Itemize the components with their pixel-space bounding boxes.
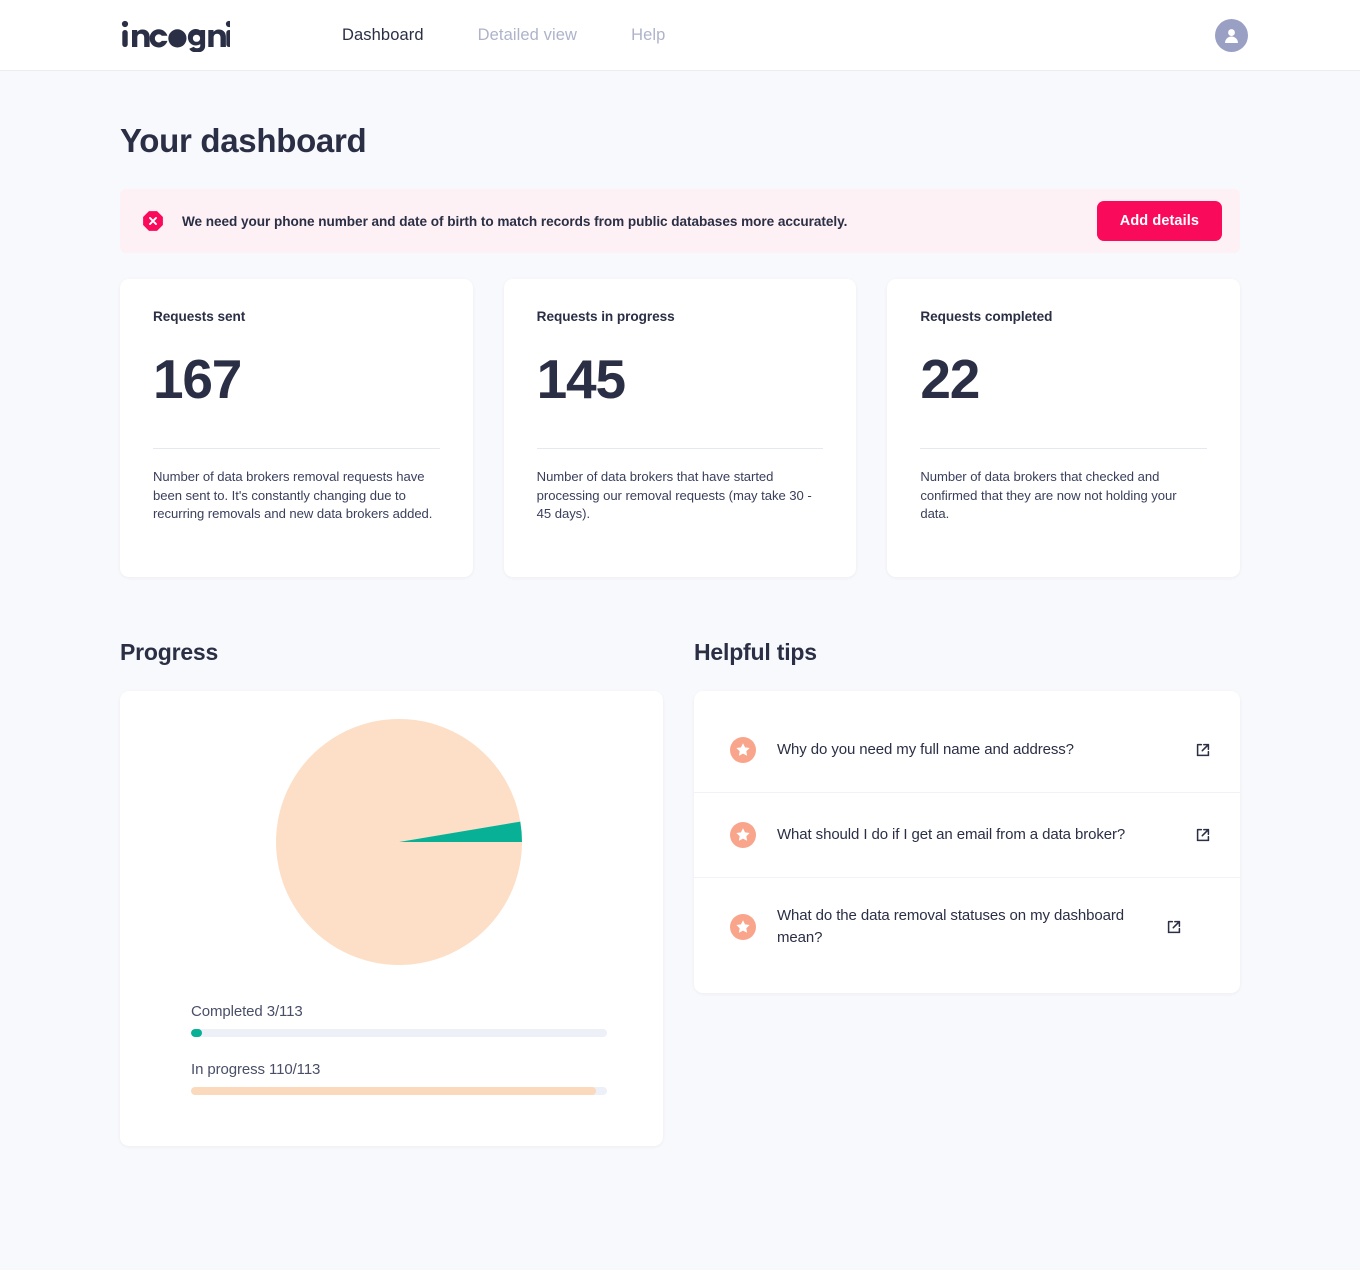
nav-item-help[interactable]: Help — [631, 26, 665, 45]
stat-card-requests-sent: Requests sent 167 Number of data brokers… — [120, 279, 473, 577]
helpful-tips-card: Why do you need my full name and address… — [694, 691, 1240, 993]
stat-value: 145 — [536, 348, 626, 410]
progress-column: Progress Completed 3/113 In progress 110… — [120, 639, 663, 1146]
page-title: Your dashboard — [120, 122, 367, 159]
stat-card-row: Requests sent 167 Number of data brokers… — [120, 279, 1241, 577]
stat-description: Number of data brokers that checked and … — [920, 469, 1177, 522]
list-item-label: Why do you need my full name and address… — [777, 740, 1074, 758]
list-item[interactable]: Why do you need my full name and address… — [694, 722, 1240, 778]
list-item-label: What should I do if I get an email from … — [777, 825, 1126, 843]
tip-row-wrapper: Why do you need my full name and address… — [694, 708, 1240, 792]
tip-row-wrapper: What do the data removal statuses on my … — [694, 877, 1240, 976]
list-item[interactable]: What should I do if I get an email from … — [694, 807, 1240, 863]
stat-value: 22 — [920, 348, 980, 410]
list-item[interactable]: What do the data removal statuses on my … — [694, 892, 1240, 962]
page-content: Your dashboard We need your phone number… — [120, 70, 1241, 1146]
external-link-icon[interactable] — [1194, 826, 1212, 844]
progress-bar-completed-group: Completed 3/113 — [191, 1003, 607, 1037]
external-link-icon[interactable] — [1194, 741, 1212, 759]
nav-item-detailed-view[interactable]: Detailed view — [478, 26, 577, 45]
stat-card-requests-completed: Requests completed 22 Number of data bro… — [887, 279, 1241, 577]
stat-description: Number of data brokers that have started… — [536, 469, 812, 522]
progress-bar-label-completed: Completed 3/113 — [191, 1003, 303, 1020]
divider — [536, 448, 824, 449]
incogni-logo[interactable] — [120, 0, 230, 70]
progress-bar-track-completed[interactable] — [191, 1029, 607, 1037]
lower-section: Progress Completed 3/113 In progress 110… — [120, 639, 1240, 1146]
progress-bar-in-progress-group: In progress 110/113 — [191, 1061, 607, 1095]
progress-card: Completed 3/113 In progress 110/113 — [120, 691, 663, 1146]
progress-bar-track-in-progress[interactable] — [191, 1087, 607, 1095]
divider — [920, 448, 1208, 449]
tip-row-wrapper: What should I do if I get an email from … — [694, 792, 1240, 877]
tips-section-title: Helpful tips — [694, 639, 817, 665]
progress-section-title: Progress — [120, 639, 219, 665]
alert-message: We need your phone number and date of bi… — [182, 213, 848, 229]
error-octagon-icon — [142, 210, 164, 232]
alert-banner: We need your phone number and date of bi… — [120, 189, 1240, 253]
progress-bar-fill-in-progress — [191, 1087, 596, 1095]
helpful-tips-column: Helpful tips Why do you need my full nam… — [694, 639, 1240, 1146]
progress-bar-fill-completed — [191, 1029, 203, 1037]
list-item-label: What do the data removal statuses on my … — [777, 906, 1124, 947]
star-icon — [730, 822, 756, 848]
star-icon — [730, 737, 756, 763]
top-navigation-bar: Dashboard Detailed view Help — [0, 0, 1360, 70]
main-nav: Dashboard Detailed view Help — [342, 26, 665, 45]
stat-label: Requests in progress — [536, 309, 675, 324]
stat-value: 167 — [153, 348, 242, 410]
stat-card-requests-in-progress: Requests in progress 145 Number of data … — [503, 279, 857, 577]
star-icon — [730, 914, 756, 940]
divider — [153, 448, 440, 449]
stat-label: Requests sent — [153, 309, 246, 324]
stat-label: Requests completed — [920, 309, 1053, 324]
nav-item-dashboard[interactable]: Dashboard — [342, 26, 424, 45]
add-details-button[interactable]: Add details — [1096, 201, 1222, 241]
stat-description: Number of data brokers removal requests … — [153, 469, 433, 522]
progress-pie-chart — [191, 719, 607, 965]
user-avatar-icon[interactable] — [1215, 19, 1248, 52]
progress-bar-label-in-progress: In progress 110/113 — [191, 1061, 321, 1078]
external-link-icon[interactable] — [1165, 918, 1183, 936]
